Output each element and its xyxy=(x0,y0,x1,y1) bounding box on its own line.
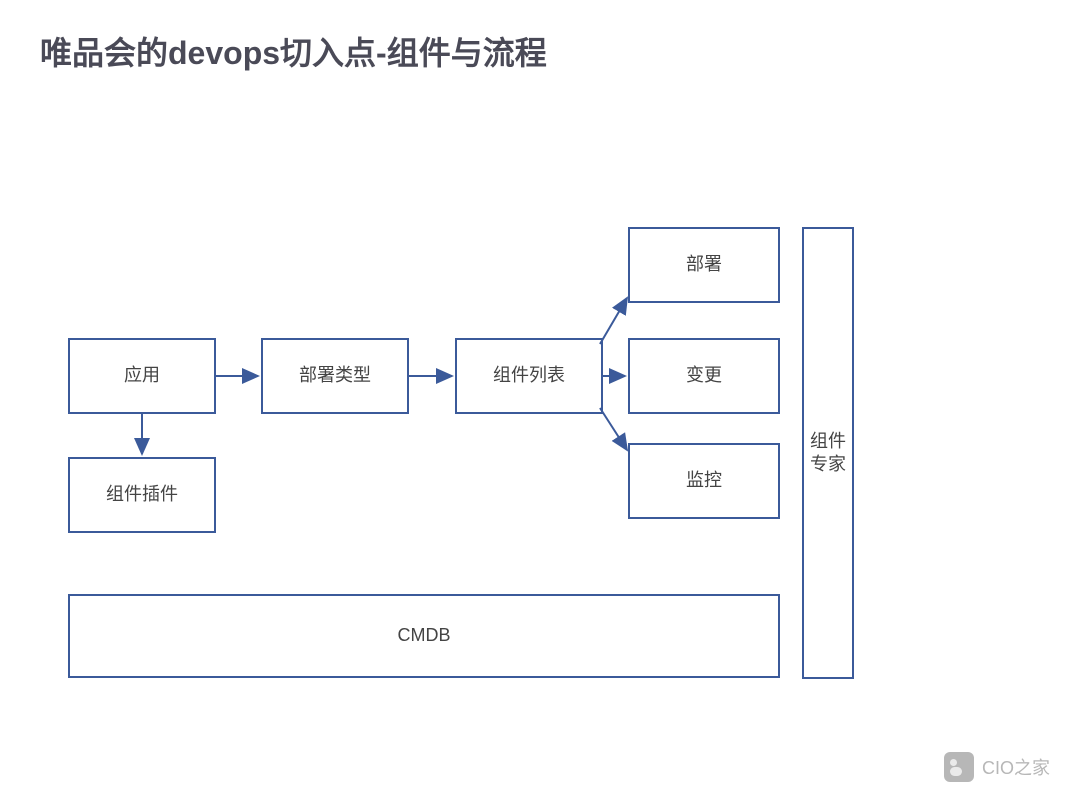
box-monitor: 监控 xyxy=(628,443,780,519)
box-deploy-type: 部署类型 xyxy=(261,338,409,414)
box-cmdb: CMDB xyxy=(68,594,780,678)
box-expert: 组件 专家 xyxy=(802,227,854,679)
box-app: 应用 xyxy=(68,338,216,414)
watermark: CIO之家 xyxy=(944,752,1050,782)
wechat-icon xyxy=(944,752,974,782)
box-component-list: 组件列表 xyxy=(455,338,603,414)
slide-title: 唯品会的devops切入点-组件与流程 xyxy=(40,28,547,74)
watermark-text: CIO之家 xyxy=(982,754,1050,780)
box-change: 变更 xyxy=(628,338,780,414)
box-deploy: 部署 xyxy=(628,227,780,303)
box-plugin: 组件插件 xyxy=(68,457,216,533)
slide: 唯品会的devops切入点-组件与流程 应用 部署类型 组件列表 部署 变更 监… xyxy=(0,0,1080,810)
